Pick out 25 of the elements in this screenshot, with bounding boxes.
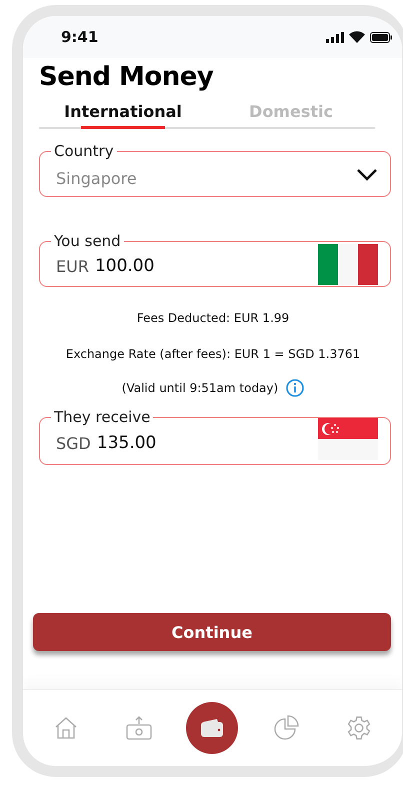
field-label: Country <box>51 142 117 160</box>
amount-value: 135.00 <box>96 433 158 453</box>
fees-text: Fees Deducted: EUR 1.99 <box>136 311 290 325</box>
field-value: Singapore <box>56 168 138 188</box>
signal-icon <box>326 32 344 42</box>
wallet-icon <box>200 718 224 738</box>
page-title: Send Money <box>39 62 214 92</box>
currency-code: SGD <box>56 434 91 452</box>
settings-icon <box>346 715 372 741</box>
validity-text: (Valid until 9:51am today) <box>122 381 278 395</box>
field-label: They receive <box>51 408 154 426</box>
exchange-rate-text: Exchange Rate (after fees): EUR 1 = SGD 1.3761 <box>64 347 362 361</box>
flag-icon <box>318 244 378 284</box>
pie-chart-icon <box>272 715 299 741</box>
wifi-icon <box>349 31 365 43</box>
battery-icon <box>370 32 392 42</box>
flag-icon <box>318 418 378 460</box>
chevron-down-icon <box>356 168 378 180</box>
continue-button[interactable]: Continue <box>33 613 391 651</box>
money-transfer-icon <box>125 715 154 741</box>
info-icon[interactable] <box>286 379 304 397</box>
currency-code: EUR <box>56 256 89 276</box>
tab[interactable]: International <box>39 98 207 127</box>
status-time: 9:41 <box>61 28 98 46</box>
amount-value: 100.00 <box>94 256 156 276</box>
